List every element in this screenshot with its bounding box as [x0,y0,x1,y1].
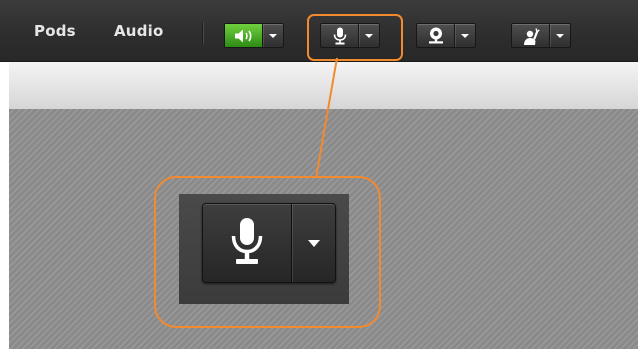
chevron-down-icon [365,33,373,38]
speaker-toggle[interactable] [225,24,263,47]
menu-audio[interactable]: Audio [114,22,163,40]
chevron-down-icon [461,33,469,38]
chevron-down-icon [307,239,320,247]
microphone-toggle[interactable] [321,24,359,47]
webcam-icon [428,27,443,44]
microphone-button [320,23,380,48]
stage-header-bar [9,62,638,110]
chevron-down-icon [269,33,277,38]
zoomed-microphone-options-dropdown [292,204,335,282]
zoomed-microphone-button [202,203,336,283]
webcam-button [416,23,476,48]
menu-separator [202,22,204,44]
microphone-options-dropdown[interactable] [359,24,379,47]
microphone-icon [333,27,346,44]
speaker-button [224,23,284,48]
chevron-down-icon [556,33,564,38]
webcam-options-dropdown[interactable] [455,24,475,47]
microphone-icon [231,218,263,264]
speaker-options-dropdown[interactable] [263,24,283,47]
menu-pods[interactable]: Pods [34,22,76,40]
raise-hand-button [511,23,571,48]
raise-hand-icon [523,27,540,45]
raise-hand-toggle[interactable] [512,24,550,47]
speaker-icon [234,29,251,42]
menu-bar: Pods Audio [0,0,638,62]
webcam-toggle[interactable] [417,24,455,47]
zoomed-callout-panel [179,194,349,304]
raise-hand-options-dropdown[interactable] [550,24,570,47]
zoomed-microphone-toggle [203,204,292,282]
